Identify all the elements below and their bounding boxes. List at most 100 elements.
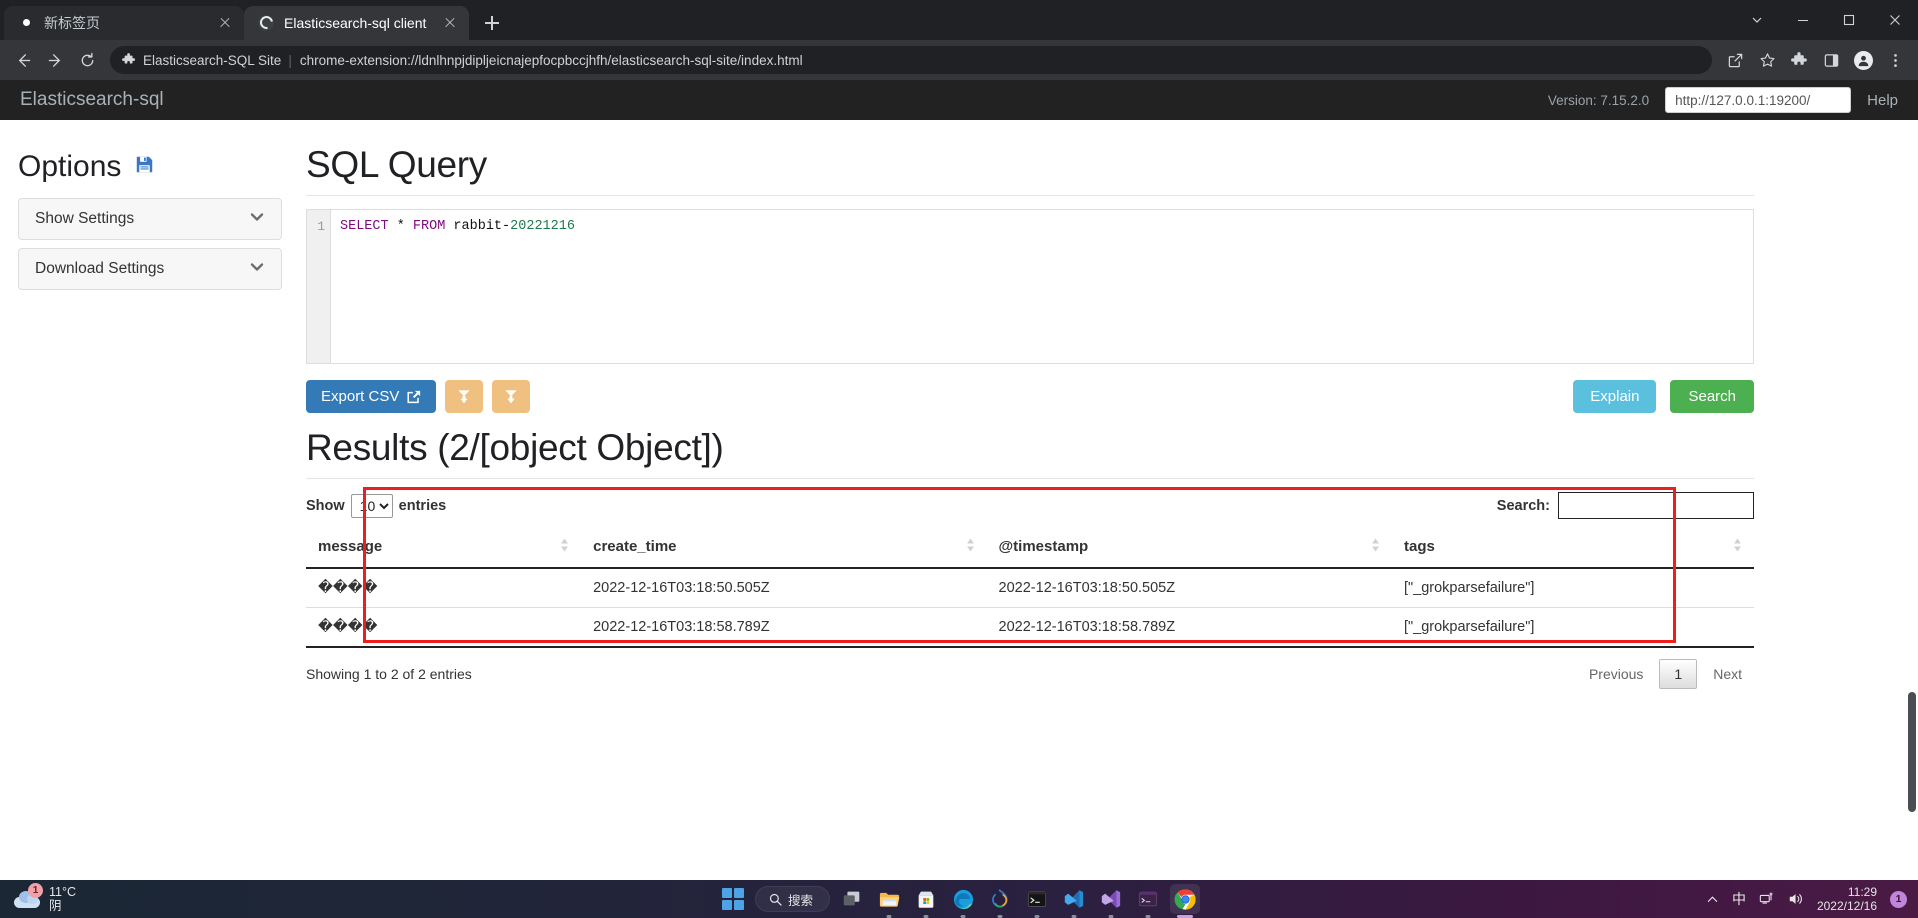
app-title: Elasticsearch-sql [20,89,164,110]
cell-create-time: 2022-12-16T03:18:50.505Z [581,568,987,608]
share-icon[interactable] [1720,45,1750,75]
reload-icon[interactable] [72,45,102,75]
cell-message: ���� [306,568,582,608]
sql-query-text[interactable]: SELECT * FROM rabbit-20221216 [331,210,575,363]
microsoft-store-icon[interactable] [911,884,941,914]
sql-keyword-from: FROM [412,219,446,234]
maximize-window-button[interactable] [1826,4,1872,36]
sidebar-item-show-settings[interactable]: Show Settings [18,198,282,240]
column-header-message[interactable]: message [306,526,582,569]
title-divider [306,195,1754,196]
cell-timestamp: 2022-12-16T03:18:58.789Z [986,607,1392,648]
weather-text: 11°C 阴 [49,885,76,914]
table-header-row: message create_time @timestamp tags [306,526,1754,569]
browser-toolbar: Elasticsearch-SQL Site | chrome-extensio… [0,40,1918,80]
search-button[interactable]: Search [1670,380,1754,413]
sql-table-name: rabbit- [445,219,511,234]
sql-table-suffix: 20221216 [510,219,575,234]
back-icon[interactable] [8,45,38,75]
cell-tags: ["_grokparsefailure"] [1391,607,1754,648]
table-search-input[interactable] [1558,492,1754,519]
page-content: Elasticsearch-sql Version: 7.15.2.0 Help… [0,80,1918,880]
pagination-previous[interactable]: Previous [1577,661,1655,687]
close-window-button[interactable] [1872,4,1918,36]
tab-strip: 新标签页 Elasticsearch-sql client [0,0,1918,40]
taskbar-clock[interactable]: 11:29 2022/12/16 [1817,885,1877,914]
close-icon[interactable] [216,14,234,32]
column-header-create-time[interactable]: create_time [581,526,987,569]
pagination-next[interactable]: Next [1701,661,1754,687]
page-scrollbar[interactable] [1904,160,1918,842]
network-icon[interactable] [1759,891,1775,907]
minimize-window-button[interactable] [1780,4,1826,36]
address-bar[interactable]: Elasticsearch-SQL Site | chrome-extensio… [110,46,1712,74]
floppy-save-icon[interactable] [135,155,154,179]
tab-title: 新标签页 [44,15,100,31]
profile-avatar-icon[interactable] [1848,45,1878,75]
weather-widget[interactable]: 1 11°C 阴 [0,883,76,914]
chrome-icon[interactable] [1170,884,1201,914]
table-head: message create_time @timestamp tags [306,526,1754,569]
page-title: SQL Query [306,144,487,185]
download-button-2[interactable] [492,380,531,413]
sort-arrows-icon [1733,538,1742,556]
scrollbar-thumb[interactable] [1908,692,1916,812]
extensions-puzzle-icon[interactable] [1784,45,1814,75]
browser-tab-1[interactable]: 新标签页 [4,6,244,40]
help-link[interactable]: Help [1867,92,1898,109]
column-label: tags [1403,538,1435,555]
app-header: Elasticsearch-sql Version: 7.15.2.0 Help [0,80,1918,120]
app-icon[interactable] [985,884,1015,914]
host-url-input[interactable] [1665,87,1852,113]
main-content: SQL Query 1 SELECT * FROM rabbit-2022121… [300,120,1800,693]
start-icon[interactable] [718,884,748,914]
sql-keyword-select: SELECT [340,219,389,234]
options-title: Options [18,150,122,183]
chevron-up-icon[interactable] [1706,893,1719,906]
edge-icon[interactable] [948,884,978,914]
weather-desc: 阴 [49,899,62,913]
vscode-icon[interactable] [1059,884,1089,914]
volume-icon[interactable] [1788,891,1804,907]
results-table-container: Show 10 entries Search: message create_t… [306,492,1754,693]
table-search-label: Search: [1496,497,1550,514]
page-length-select[interactable]: 10 [350,493,393,518]
pagination-page-1[interactable]: 1 [1659,659,1698,689]
download-compress-icon [503,389,519,405]
table-row[interactable]: ���� 2022-12-16T03:18:58.789Z 2022-12-16… [306,607,1754,648]
terminal-icon[interactable] [1022,884,1052,914]
ime-indicator[interactable]: 中 [1732,889,1746,909]
chrome-menu-icon[interactable] [1880,45,1910,75]
extension-site-badge: Elasticsearch-SQL Site | [122,53,292,68]
browser-tab-2[interactable]: Elasticsearch-sql client [244,6,469,40]
table-row[interactable]: ���� 2022-12-16T03:18:50.505Z 2022-12-16… [306,568,1754,608]
column-header-tags[interactable]: tags [1391,526,1754,569]
task-view-icon[interactable] [837,884,867,914]
explain-button[interactable]: Explain [1573,380,1657,413]
download-compress-icon [456,389,472,405]
new-tab-button[interactable] [477,8,507,38]
export-csv-button[interactable]: Export CSV [306,380,437,413]
omnibox-separator: | [288,52,292,68]
extensions-puzzle-icon [122,53,136,67]
forward-icon[interactable] [40,45,70,75]
external-link-icon [407,390,421,404]
console-icon[interactable] [1133,884,1163,914]
table-info: Showing 1 to 2 of 2 entries [306,666,472,682]
sort-arrows-icon [560,538,569,556]
column-header-timestamp[interactable]: @timestamp [986,526,1392,569]
bookmark-star-icon[interactable] [1752,45,1782,75]
cell-create-time: 2022-12-16T03:18:58.789Z [581,607,987,648]
notification-badge[interactable]: 1 [1890,890,1907,908]
results-title: Results (2/[object Object]) [306,427,724,468]
sql-editor[interactable]: 1 SELECT * FROM rabbit-20221216 [306,209,1754,364]
download-button-1[interactable] [445,380,484,413]
side-panel-icon[interactable] [1816,45,1846,75]
visual-studio-icon[interactable] [1096,884,1126,914]
close-icon[interactable] [441,14,459,32]
file-explorer-icon[interactable] [874,884,904,914]
taskbar-search-label: 搜索 [787,893,814,908]
taskbar-search-box[interactable]: 搜索 [754,886,831,912]
sidebar-item-download-settings[interactable]: Download Settings [18,248,282,290]
chevron-down-icon[interactable] [1734,4,1780,36]
